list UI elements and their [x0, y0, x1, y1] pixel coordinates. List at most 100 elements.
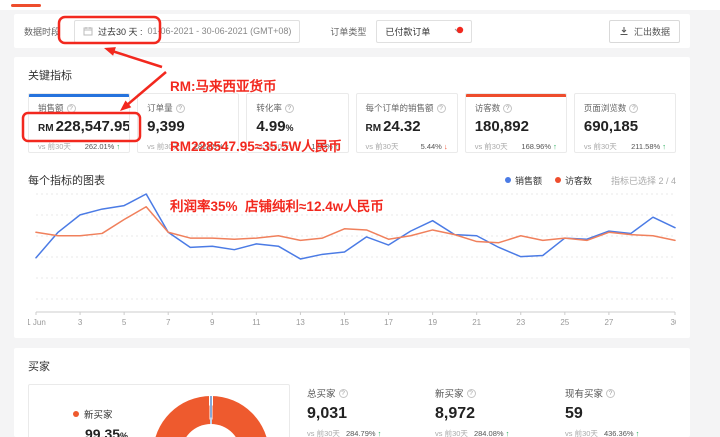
- metric-label: 每个订单的销售额: [366, 102, 434, 114]
- metric-label: 订单量: [147, 102, 173, 114]
- vs-label: vs 前30天: [435, 428, 468, 437]
- chart-legend: 销售额 访客数 指标已选择 2 / 4: [505, 174, 676, 187]
- date-range-picker[interactable]: 过去30 天 : 01-06-2021 - 30-06-2021 (GMT+08…: [74, 20, 300, 43]
- trend-arrow-icon: ↑: [553, 142, 557, 151]
- help-icon[interactable]: ?: [285, 104, 294, 113]
- svg-text:13: 13: [296, 318, 305, 327]
- legend-item-visitors[interactable]: 访客数: [555, 174, 592, 187]
- metric-value: 690,185: [584, 118, 666, 135]
- chevron-down-icon: [454, 28, 463, 34]
- svg-text:17: 17: [384, 318, 393, 327]
- export-data-button[interactable]: 汇出数据: [609, 20, 680, 43]
- card-accent: [466, 94, 566, 97]
- metric-value: 180,892: [475, 118, 557, 135]
- svg-text:21: 21: [472, 318, 481, 327]
- svg-text:5: 5: [122, 318, 127, 327]
- vs-label: vs 前30天: [366, 141, 399, 152]
- metrics-line-chart[interactable]: 1 Jun357911131517192123252730: [28, 189, 676, 331]
- trend-arrow-icon: ↑: [662, 142, 666, 151]
- key-metrics-title: 关键指标: [28, 67, 72, 83]
- trend-arrow-icon: ↑: [378, 429, 382, 437]
- stat-value: 8,972: [435, 405, 560, 423]
- legend-selected-note: 指标已选择 2 / 4: [611, 174, 676, 187]
- buyers-donut-chart[interactable]: [153, 396, 269, 437]
- metric-card-pageviews[interactable]: 页面浏览数? 690,185 vs 前30天 211.58% ↑: [574, 93, 676, 153]
- stat-label: 总买家: [307, 386, 336, 400]
- legend-dot-sales: [505, 177, 511, 183]
- metric-card-visitors[interactable]: 访客数? 180,892 vs 前30天 168.96% ↑: [465, 93, 567, 153]
- svg-text:27: 27: [604, 318, 613, 327]
- metric-change: 168.96% ↑: [521, 142, 556, 151]
- chart-header: 每个指标的图表 销售额 访客数 指标已选择 2 / 4: [28, 172, 676, 188]
- svg-text:25: 25: [560, 318, 569, 327]
- trend-arrow-icon: ↑: [506, 429, 510, 437]
- top-tab-strip: [0, 0, 720, 10]
- metric-value: RM24.32: [366, 118, 448, 135]
- stat-existing-buyers: 现有买家? 59 vs 前30天436.36% ↑: [565, 386, 690, 437]
- metric-value: 4.99%: [256, 118, 338, 135]
- metric-card-orders[interactable]: 订单量? 9,399 vs 前30天 282.85% ↑: [137, 93, 239, 153]
- metric-card-conversion[interactable]: 转化率? 4.99% vs 前30天 1.50% ↑: [246, 93, 348, 153]
- svg-text:15: 15: [340, 318, 349, 327]
- help-icon[interactable]: ?: [606, 389, 615, 398]
- help-icon[interactable]: ?: [437, 104, 446, 113]
- stat-change: 436.36% ↑: [604, 429, 639, 437]
- trend-arrow-icon: ↑: [636, 429, 640, 437]
- calendar-icon: [83, 26, 93, 36]
- legend-item-sales[interactable]: 销售额: [505, 174, 542, 187]
- order-type-select[interactable]: 已付款订单: [376, 20, 472, 43]
- date-range-preset: 过去30 天 :: [98, 25, 143, 38]
- metric-label: 销售额: [38, 102, 64, 114]
- help-icon[interactable]: ?: [67, 104, 76, 113]
- annotation-arrowhead-up: [104, 47, 116, 56]
- donut-legend: 新买家 99.35%: [73, 407, 128, 437]
- svg-text:3: 3: [78, 318, 83, 327]
- svg-text:23: 23: [516, 318, 525, 327]
- key-metrics-panel: 关键指标 销售额? RM228,547.95 vs 前30天262.01% ↑ …: [14, 57, 690, 338]
- vs-label: vs 前30天: [475, 141, 508, 152]
- vs-label: vs 前30天: [565, 428, 598, 437]
- metric-card-sales-per-order[interactable]: 每个订单的销售额? RM24.32 vs 前30天5.44% ↓: [356, 93, 458, 153]
- buyers-panel: 买家 新买家 99.35% 总买家? 9,031 vs 前30天 284.79% …: [14, 348, 690, 437]
- metric-change: 1.50% ↑: [311, 142, 338, 151]
- filter-bar: 数据时段 过去30 天 : 01-06-2021 - 30-06-2021 (G…: [14, 14, 690, 48]
- chart-title: 每个指标的图表: [28, 172, 105, 188]
- metric-change: 211.58% ↑: [631, 142, 666, 151]
- help-icon[interactable]: ?: [503, 104, 512, 113]
- card-accent: [29, 94, 129, 97]
- svg-text:11: 11: [252, 318, 261, 327]
- stat-change: 284.79% ↑: [346, 429, 381, 437]
- vs-label: vs 前30天: [256, 141, 289, 152]
- stat-value: 9,031: [307, 405, 432, 423]
- vs-label: vs 前30天: [38, 141, 71, 152]
- metric-value: 9,399: [147, 118, 229, 135]
- svg-text:30: 30: [671, 318, 676, 327]
- svg-text:9: 9: [210, 318, 215, 327]
- vs-label: vs 前30天: [584, 141, 617, 152]
- metric-value: RM228,547.95: [38, 118, 120, 135]
- stat-total-buyers: 总买家? 9,031 vs 前30天 284.79% ↑: [307, 386, 432, 437]
- stat-new-buyers: 新买家? 8,972 vs 前30天284.08% ↑: [435, 386, 560, 437]
- vs-label: vs 前30天: [147, 141, 180, 152]
- metric-label: 访客数: [475, 102, 501, 114]
- trend-arrow-icon: ↓: [444, 142, 448, 151]
- vs-label: vs 前30天: [307, 428, 340, 437]
- help-icon[interactable]: ?: [339, 389, 348, 398]
- metric-label: 转化率: [256, 102, 282, 114]
- help-icon[interactable]: ?: [629, 104, 638, 113]
- period-label: 数据时段: [24, 25, 60, 38]
- buyers-title: 买家: [28, 358, 50, 374]
- stat-change: 284.08% ↑: [474, 429, 509, 437]
- svg-text:1 Jun: 1 Jun: [28, 318, 46, 327]
- metric-change: 282.85% ↑: [194, 142, 229, 151]
- svg-text:19: 19: [428, 318, 437, 327]
- metric-label: 页面浏览数: [584, 102, 627, 114]
- buyers-donut-card: 新买家 99.35%: [28, 384, 290, 437]
- help-icon[interactable]: ?: [467, 389, 476, 398]
- new-buyers-percentage: 99.35%: [85, 426, 128, 437]
- legend-dot-visitors: [555, 177, 561, 183]
- trend-arrow-icon: ↑: [226, 142, 230, 151]
- help-icon[interactable]: ?: [176, 104, 185, 113]
- metric-card-sales[interactable]: 销售额? RM228,547.95 vs 前30天262.01% ↑: [28, 93, 130, 153]
- order-type-label: 订单类型: [330, 25, 366, 38]
